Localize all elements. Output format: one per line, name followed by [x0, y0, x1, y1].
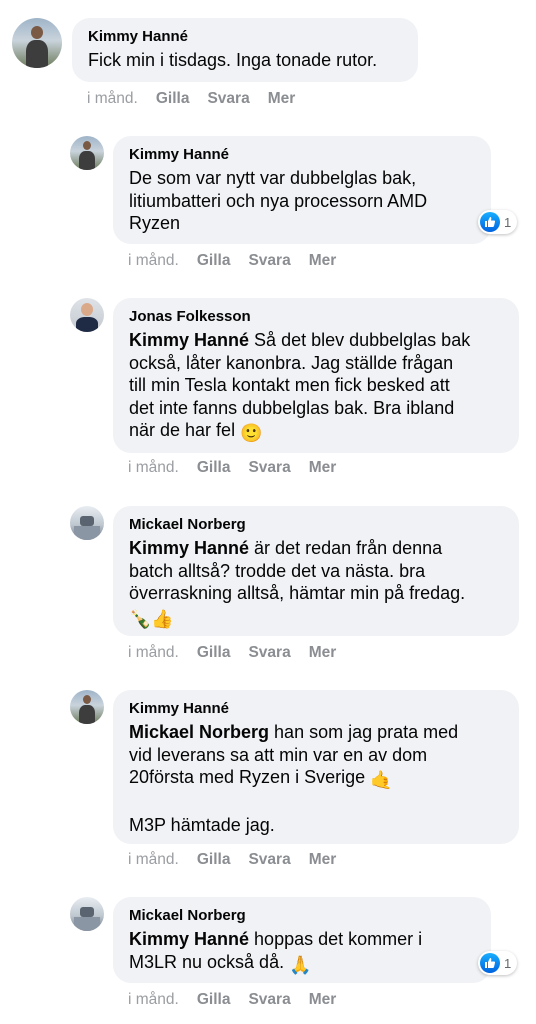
call-me-hand-emoji: 🤙: [370, 770, 393, 791]
reaction-summary[interactable]: 1: [478, 951, 518, 975]
avatar[interactable]: [70, 690, 104, 724]
like-button[interactable]: Gilla: [156, 90, 190, 107]
more-button[interactable]: Mer: [268, 90, 296, 107]
comment-actions: i månd. Gilla Svara Mer: [87, 90, 313, 108]
comment-timestamp[interactable]: i månd.: [128, 851, 179, 868]
reply-button[interactable]: Svara: [248, 459, 290, 476]
comment-author[interactable]: Mickael Norberg: [129, 906, 477, 926]
like-button[interactable]: Gilla: [197, 252, 231, 269]
reply-button[interactable]: Svara: [248, 851, 290, 868]
comment-timestamp[interactable]: i månd.: [128, 991, 179, 1008]
folded-hands-emoji: 🙏: [289, 954, 312, 975]
comment-author[interactable]: Mickael Norberg: [129, 515, 505, 535]
comment-author[interactable]: Kimmy Hanné: [129, 699, 505, 719]
reply-button[interactable]: Svara: [248, 644, 290, 661]
avatar[interactable]: [70, 506, 104, 540]
more-button[interactable]: Mer: [309, 644, 337, 661]
comment-text-paragraph: M3P hämtade jag.: [129, 814, 275, 835]
comment-author[interactable]: Kimmy Hanné: [129, 145, 477, 165]
more-button[interactable]: Mer: [309, 991, 337, 1008]
mention-link[interactable]: Kimmy Hanné: [129, 538, 249, 558]
reply-button[interactable]: Svara: [248, 252, 290, 269]
reaction-count: 1: [504, 955, 512, 971]
comment-bubble: Kimmy Hanné Mickael Norberg han som jag …: [113, 690, 519, 844]
like-button[interactable]: Gilla: [197, 644, 231, 661]
reaction-summary[interactable]: 1: [478, 210, 518, 234]
comment-actions: i månd. Gilla Svara Mer: [128, 851, 354, 869]
comment-timestamp[interactable]: i månd.: [128, 459, 179, 476]
mention-link[interactable]: Kimmy Hanné: [129, 929, 249, 949]
like-button[interactable]: Gilla: [197, 459, 231, 476]
reply-button[interactable]: Svara: [248, 991, 290, 1008]
more-button[interactable]: Mer: [309, 459, 337, 476]
thumbs-up-icon: [480, 953, 500, 973]
comment-timestamp[interactable]: i månd.: [128, 252, 179, 269]
comment-text: De som var nytt var dubbelglas bak, liti…: [129, 168, 428, 234]
smile-emoji: 🙂: [240, 423, 263, 444]
comment-actions: i månd. Gilla Svara Mer: [128, 459, 354, 477]
comment-bubble: Mickael Norberg Kimmy Hanné hoppas det k…: [113, 897, 491, 983]
bottle-thumbs-emoji: 🍾👍: [129, 608, 174, 629]
comment-text: Kimmy Hanné Så det blev dubbelglas bak o…: [129, 330, 471, 444]
avatar[interactable]: [70, 298, 104, 332]
mention-link[interactable]: Mickael Norberg: [129, 722, 269, 742]
comment-text: Kimmy Hanné är det redan från denna batc…: [129, 538, 466, 629]
like-button[interactable]: Gilla: [197, 851, 231, 868]
comment-bubble: Kimmy Hanné Fick min i tisdags. Inga ton…: [72, 18, 418, 82]
comment-actions: i månd. Gilla Svara Mer: [128, 252, 354, 270]
comment-actions: i månd. Gilla Svara Mer: [128, 991, 354, 1009]
reply-button[interactable]: Svara: [207, 90, 249, 107]
comment-bubble: Jonas Folkesson Kimmy Hanné Så det blev …: [113, 298, 519, 453]
comment-timestamp[interactable]: i månd.: [87, 90, 138, 107]
avatar[interactable]: [12, 18, 62, 68]
more-button[interactable]: Mer: [309, 851, 337, 868]
avatar[interactable]: [70, 136, 104, 170]
comment-author[interactable]: Kimmy Hanné: [88, 27, 404, 47]
comment-actions: i månd. Gilla Svara Mer: [128, 644, 354, 662]
reaction-count: 1: [504, 214, 512, 230]
like-button[interactable]: Gilla: [197, 991, 231, 1008]
mention-link[interactable]: Kimmy Hanné: [129, 330, 249, 350]
thumbs-up-icon: [480, 212, 500, 232]
avatar[interactable]: [70, 897, 104, 931]
comment-bubble: Mickael Norberg Kimmy Hanné är det redan…: [113, 506, 519, 636]
comment-author[interactable]: Jonas Folkesson: [129, 307, 505, 327]
comment-text: Fick min i tisdags. Inga tonade rutor.: [88, 50, 378, 70]
more-button[interactable]: Mer: [309, 252, 337, 269]
comment-text: Mickael Norberg han som jag prata med vi…: [129, 722, 459, 791]
comment-bubble: Kimmy Hanné De som var nytt var dubbelgl…: [113, 136, 491, 244]
comment-timestamp[interactable]: i månd.: [128, 644, 179, 661]
comment-text: Kimmy Hanné hoppas det kommer i M3LR nu …: [129, 929, 423, 975]
